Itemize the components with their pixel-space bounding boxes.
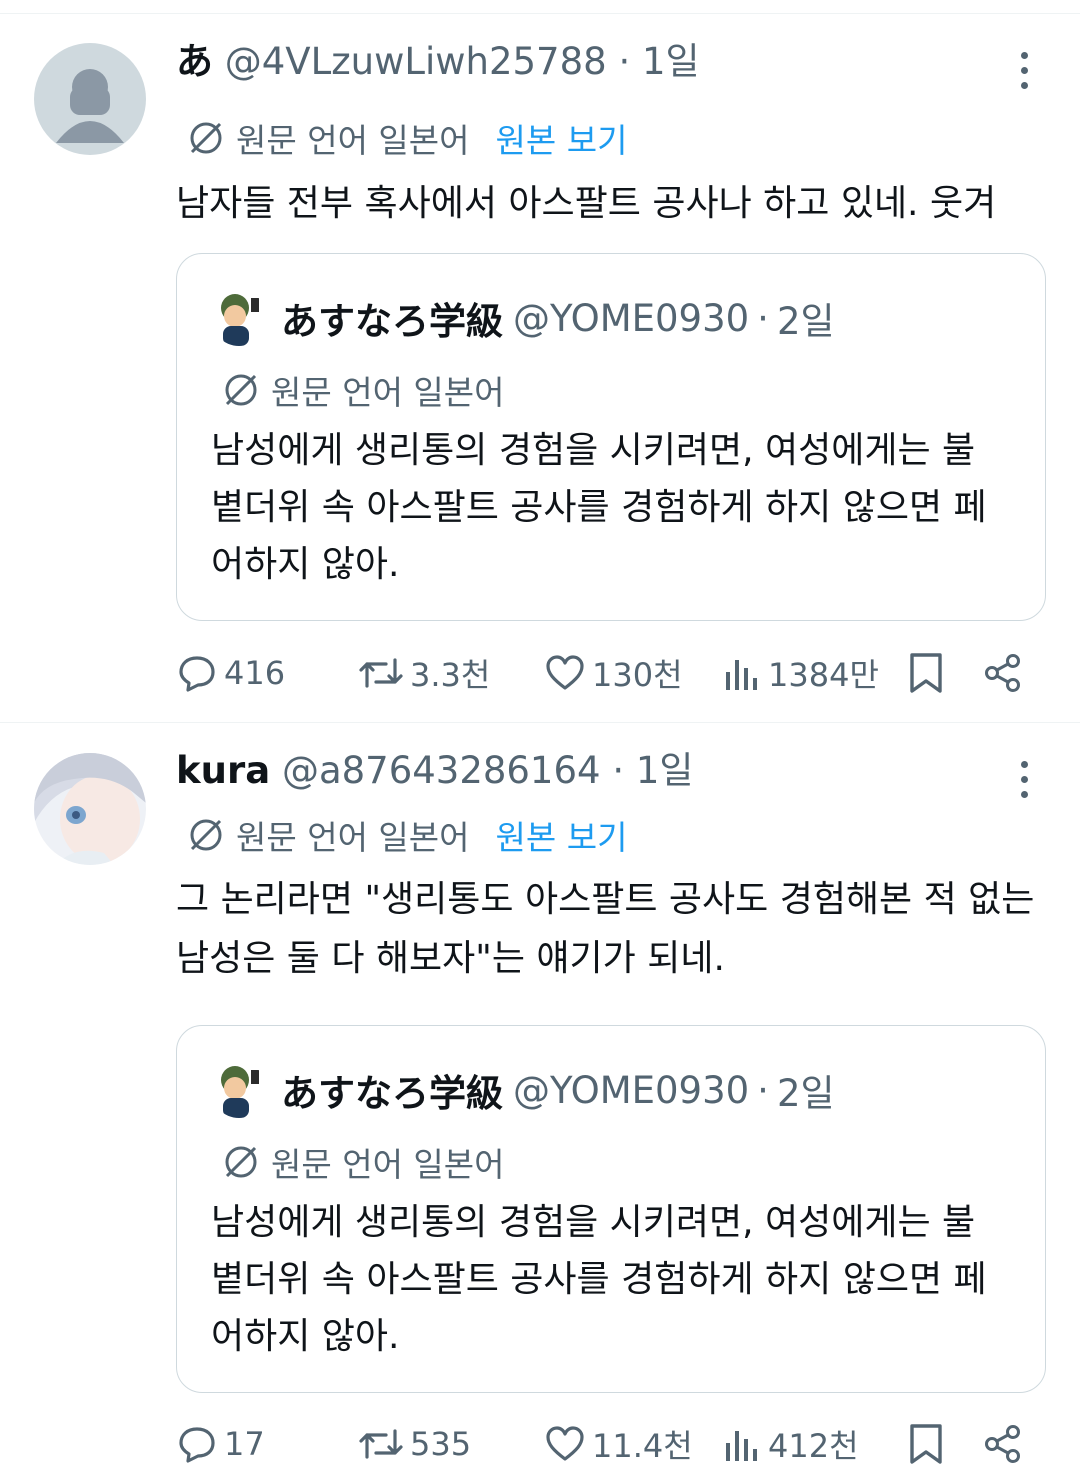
view-count: 1384만 xyxy=(768,656,879,694)
quote-timestamp: 2일 xyxy=(776,1072,835,1115)
translate-icon xyxy=(225,1146,257,1178)
translation-label: 원문 언어 일본어 xyxy=(236,818,470,857)
quote-timestamp: 2일 xyxy=(776,300,835,343)
like-button[interactable]: 11.4천 xyxy=(544,1422,693,1466)
timestamp[interactable]: 1일 xyxy=(636,749,694,792)
reply-button[interactable]: 17 xyxy=(176,1422,265,1466)
tweet-header: あ @4VLzuwLiwh25788 · 1일 xyxy=(176,42,970,82)
more-icon[interactable] xyxy=(1010,46,1040,96)
quote-translation-label: 원문 언어 일본어 xyxy=(271,373,505,412)
user-handle[interactable]: @a87643286164 xyxy=(282,749,601,792)
repost-count: 3.3천 xyxy=(410,656,491,694)
user-handle[interactable]: @4VLzuwLiwh25788 xyxy=(225,40,607,83)
quote-display-name: あすなろ学級 xyxy=(281,300,503,343)
bookmark-button[interactable] xyxy=(906,1422,946,1466)
quote-avatar[interactable] xyxy=(211,290,267,346)
views-icon xyxy=(726,660,757,690)
show-original-link[interactable]: 원본 보기 xyxy=(496,114,628,162)
quote-translation-label: 원문 언어 일본어 xyxy=(271,1145,505,1184)
like-count: 130천 xyxy=(592,656,683,694)
share-button[interactable] xyxy=(982,1422,1024,1466)
views-icon xyxy=(726,1431,757,1461)
reply-icon xyxy=(179,1427,215,1463)
quote-text: 남성에게 생리통의 경험을 시키려면, 여성에게는 불볕더위 속 아스팔트 공사… xyxy=(211,1202,987,1357)
top-divider xyxy=(0,0,1080,14)
quote-text: 남성에게 생리통의 경험을 시키려면, 여성에게는 불볕더위 속 아스팔트 공사… xyxy=(211,430,987,585)
quote-handle: @YOME0930 xyxy=(513,1068,750,1112)
display-name[interactable]: あ xyxy=(176,40,213,83)
quote-translation-info: 원문 언어 일본어 xyxy=(221,1138,505,1186)
translate-icon xyxy=(190,819,222,851)
separator: · xyxy=(618,40,631,83)
separator: · xyxy=(612,749,625,792)
reply-count: 17 xyxy=(224,1425,265,1463)
tweet-text: 그 논리라면 "생리통도 아스팔트 공사도 경험해본 적 없는 남성은 둘 다 … xyxy=(176,879,1035,979)
translation-info: 원문 언어 일본어 원본 보기 xyxy=(186,114,627,162)
quoted-tweet[interactable]: あすなろ学級 @YOME0930 · 2일 원문 언어 일본어 남성에게 생리통… xyxy=(176,1025,1046,1393)
action-bar: 416 3.3천 130천 1384만 xyxy=(176,651,1030,695)
repost-count: 535 xyxy=(410,1425,472,1463)
timestamp[interactable]: 1일 xyxy=(642,40,700,83)
quote-handle: @YOME0930 xyxy=(513,296,750,340)
avatar[interactable] xyxy=(34,753,146,865)
like-icon xyxy=(546,1426,584,1461)
like-count: 11.4천 xyxy=(592,1427,693,1465)
share-button[interactable] xyxy=(982,651,1024,695)
repost-button[interactable]: 535 xyxy=(358,1422,471,1466)
repost-icon xyxy=(359,1429,403,1459)
like-button[interactable]: 130천 xyxy=(544,651,683,695)
repost-icon xyxy=(359,658,403,688)
bookmark-icon xyxy=(910,653,942,693)
view-count: 412천 xyxy=(768,1427,859,1465)
views-button[interactable]: 412천 xyxy=(722,1422,859,1466)
reply-icon xyxy=(179,656,215,692)
action-bar: 17 535 11.4천 412천 xyxy=(176,1422,1030,1466)
quote-avatar[interactable] xyxy=(211,1062,267,1118)
quote-separator: · xyxy=(757,1068,769,1112)
quote-separator: · xyxy=(757,296,769,340)
tweet[interactable]: kura @a87643286164 · 1일 원문 언어 일본어 원본 보기 … xyxy=(0,723,1080,1465)
avatar[interactable] xyxy=(34,43,146,155)
translate-icon xyxy=(225,374,257,406)
translate-icon xyxy=(190,122,222,154)
tweet-header: kura @a87643286164 · 1일 xyxy=(176,751,970,791)
quote-display-name: あすなろ学級 xyxy=(281,1072,503,1115)
quote-header: あすなろ学級 @YOME0930 · 2일 xyxy=(211,290,835,346)
quoted-tweet[interactable]: あすなろ学級 @YOME0930 · 2일 원문 언어 일본어 남성에게 생리통… xyxy=(176,253,1046,621)
quote-header: あすなろ学級 @YOME0930 · 2일 xyxy=(211,1062,835,1118)
translation-label: 원문 언어 일본어 xyxy=(236,121,470,160)
quote-translation-info: 원문 언어 일본어 xyxy=(221,366,505,414)
tweet[interactable]: あ @4VLzuwLiwh25788 · 1일 원문 언어 일본어 원본 보기 … xyxy=(0,14,1080,723)
reply-count: 416 xyxy=(224,654,286,692)
display-name[interactable]: kura xyxy=(176,749,270,792)
views-button[interactable]: 1384만 xyxy=(722,651,879,695)
share-icon xyxy=(985,654,1020,692)
repost-button[interactable]: 3.3천 xyxy=(358,651,490,695)
more-icon[interactable] xyxy=(1010,755,1040,805)
bookmark-icon xyxy=(910,1424,942,1464)
show-original-link[interactable]: 원본 보기 xyxy=(496,811,628,859)
bookmark-button[interactable] xyxy=(906,651,946,695)
reply-button[interactable]: 416 xyxy=(176,651,285,695)
share-icon xyxy=(985,1425,1020,1463)
like-icon xyxy=(546,655,584,690)
translation-info: 원문 언어 일본어 원본 보기 xyxy=(186,811,627,859)
tweet-text: 남자들 전부 혹사에서 아스팔트 공사나 하고 있네. 웃겨 xyxy=(176,183,997,224)
